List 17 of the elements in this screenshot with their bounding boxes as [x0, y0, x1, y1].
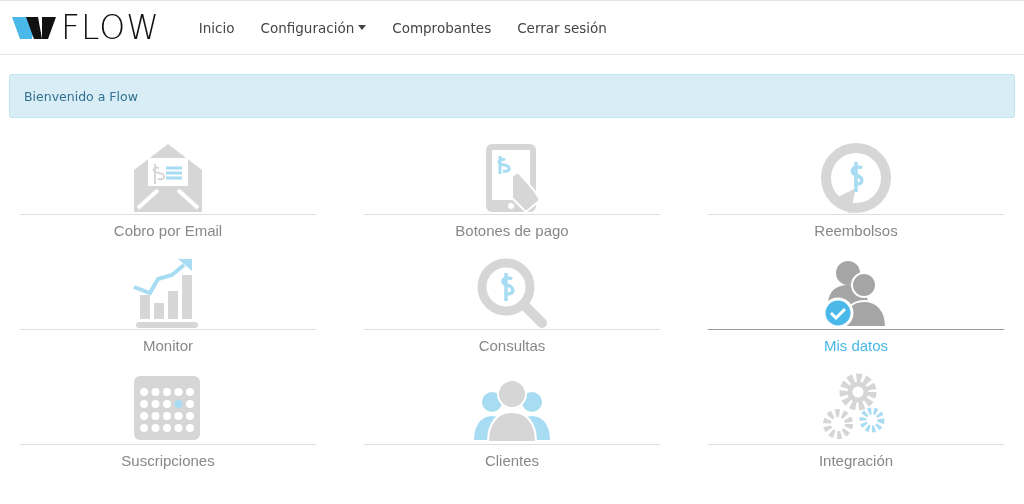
nav-link[interactable]: Comprobantes	[379, 19, 505, 36]
nav-link[interactable]: Configuración	[247, 19, 380, 36]
menu-tile[interactable]: Integración	[708, 369, 1004, 484]
menu-tile[interactable]: Cobro por Email	[20, 139, 316, 254]
menu-tile[interactable]: Clientes	[364, 369, 660, 484]
welcome-alert: Bienvenido a Flow	[9, 74, 1015, 118]
menu-tile[interactable]: Reembolsos	[708, 139, 1004, 254]
menu-tile[interactable]: Consultas	[364, 254, 660, 369]
nav-link[interactable]: Cerrar sesión	[504, 19, 620, 36]
menu-tile[interactable]: Monitor	[20, 254, 316, 369]
menu-tile[interactable]: Botones de pago	[364, 139, 660, 254]
logo-icon	[12, 14, 58, 41]
menu-tile[interactable]: Mis datos	[708, 254, 1004, 369]
nav-link[interactable]: Inicio	[185, 19, 248, 36]
caret-icon	[358, 25, 367, 30]
menu-tile[interactable]: Suscripciones	[20, 369, 316, 484]
brand-name: FLOW	[61, 8, 160, 47]
